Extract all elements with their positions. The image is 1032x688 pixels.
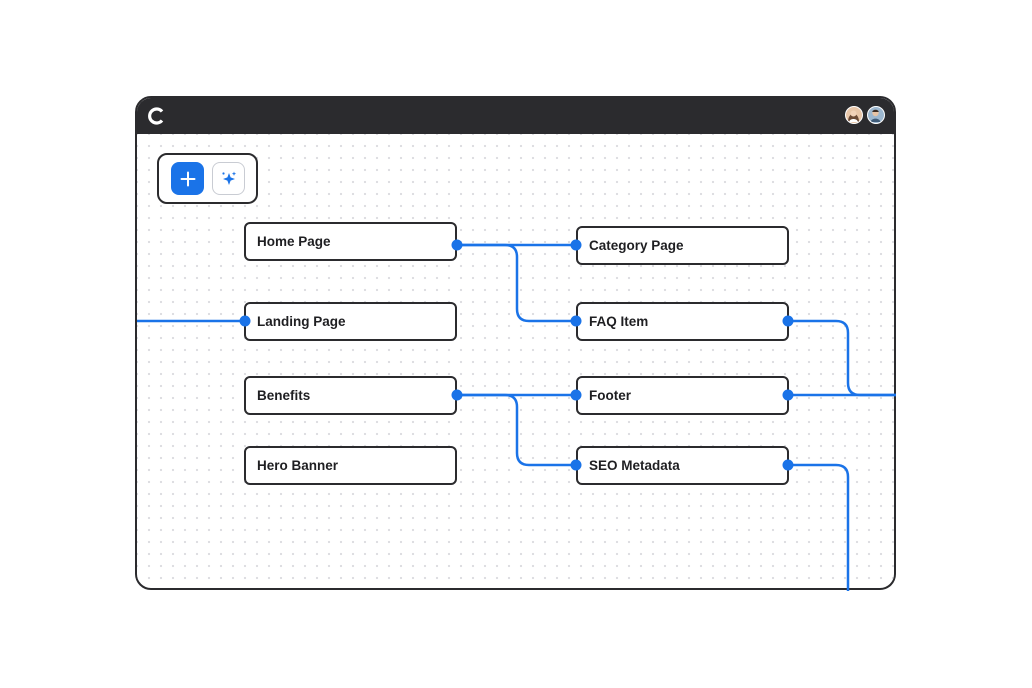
port-seo-metadata-out[interactable] [782, 459, 794, 471]
port-faq-item-in[interactable] [570, 315, 582, 327]
port-landing-page-in[interactable] [239, 315, 251, 327]
wire-home-to-faq[interactable] [457, 243, 576, 323]
port-home-page-out[interactable] [451, 239, 463, 251]
connections-layer [137, 239, 896, 591]
wire-faq-to-right[interactable] [788, 319, 896, 397]
port-faq-item-out[interactable] [782, 315, 794, 327]
wire-benefits-to-seo[interactable] [457, 393, 576, 467]
port-category-page-in[interactable] [570, 239, 582, 251]
port-benefits-out[interactable] [451, 389, 463, 401]
port-seo-metadata-in[interactable] [570, 459, 582, 471]
wire-seo-to-bottom[interactable] [788, 463, 850, 591]
port-footer-out[interactable] [782, 389, 794, 401]
port-footer-in[interactable] [570, 389, 582, 401]
